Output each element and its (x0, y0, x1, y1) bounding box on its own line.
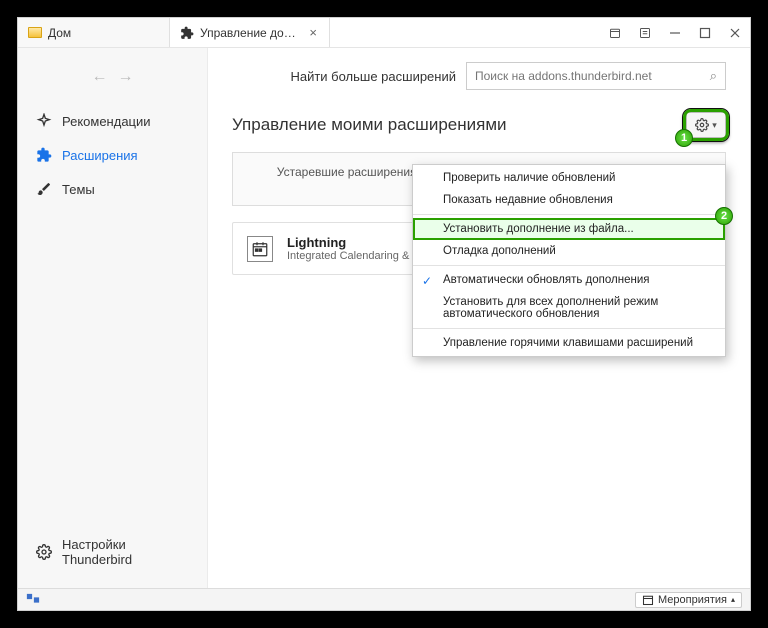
gear-dropdown-menu: 2 Проверить наличие обновлений Показать … (412, 164, 726, 357)
menu-manage-shortcuts[interactable]: Управление горячими клавишами расширений (413, 332, 725, 354)
menu-debug-addons[interactable]: Отладка дополнений (413, 240, 725, 262)
tab-addons[interactable]: Управление дополнениями × (170, 18, 330, 47)
calendar-small-icon (642, 594, 654, 606)
statusbar-events-button[interactable]: Мероприятия ▴ (635, 592, 742, 608)
app-window: Дом Управление дополнениями × ← → (18, 18, 750, 610)
tasks-button[interactable] (630, 18, 660, 48)
folder-icon (28, 27, 42, 38)
menu-set-all-auto[interactable]: Установить для всех дополнений режим авт… (413, 291, 725, 325)
puzzle-icon (36, 147, 52, 163)
sidebar-item-settings[interactable]: Настройки Thunderbird (18, 528, 207, 576)
sidebar-themes-label: Темы (62, 182, 95, 197)
brush-icon (36, 181, 52, 197)
statusbar: Мероприятия ▴ (18, 588, 750, 610)
page-heading: Управление моими расширениями (232, 115, 686, 135)
close-window-button[interactable] (720, 18, 750, 48)
menu-separator (413, 214, 725, 215)
chevron-up-icon: ▴ (731, 595, 735, 604)
back-arrow-icon[interactable]: ← (92, 68, 108, 86)
menu-separator (413, 265, 725, 266)
search-input[interactable] (475, 69, 710, 83)
titlebar: Дом Управление дополнениями × (18, 18, 750, 48)
menu-check-updates[interactable]: Проверить наличие обновлений (413, 167, 725, 189)
nav-arrows: ← → (18, 58, 207, 104)
search-box[interactable]: ⌕ (466, 62, 726, 90)
sidebar-item-extensions[interactable]: Расширения (18, 138, 207, 172)
menu-separator (413, 328, 725, 329)
search-label: Найти больше расширений (290, 69, 456, 84)
menu-recent-updates[interactable]: Показать недавние обновления (413, 189, 725, 211)
main-content: Найти больше расширений ⌕ Управление мои… (208, 48, 750, 588)
app-icon (26, 593, 40, 607)
minimize-button[interactable] (660, 18, 690, 48)
sidebar-item-themes[interactable]: Темы (18, 172, 207, 206)
maximize-button[interactable] (690, 18, 720, 48)
forward-arrow-icon[interactable]: → (118, 68, 134, 86)
tab-close-button[interactable]: × (307, 25, 319, 40)
tab-home-label: Дом (48, 26, 71, 40)
gear-icon (36, 544, 52, 560)
sidebar: ← → Рекомендации Расширения Темы Настрой… (18, 48, 208, 588)
gear-icon (695, 118, 709, 132)
annotation-badge-2: 2 (715, 207, 733, 225)
puzzle-icon (180, 26, 194, 40)
sidebar-recommendations-label: Рекомендации (62, 114, 151, 129)
statusbar-events-label: Мероприятия (658, 594, 727, 606)
tab-home[interactable]: Дом (18, 18, 170, 47)
sparkle-icon (36, 113, 52, 129)
sidebar-item-recommendations[interactable]: Рекомендации (18, 104, 207, 138)
window-controls (600, 18, 750, 47)
chevron-down-icon: ▾ (712, 120, 717, 131)
menu-auto-update[interactable]: Автоматически обновлять дополнения (413, 269, 725, 291)
sidebar-extensions-label: Расширения (62, 148, 138, 163)
search-icon[interactable]: ⌕ (710, 68, 717, 84)
tools-gear-button[interactable]: ▾ 1 (686, 112, 726, 138)
sidebar-settings-label: Настройки Thunderbird (62, 537, 189, 567)
calendar-icon (247, 236, 273, 262)
calendar-button[interactable] (600, 18, 630, 48)
tab-addons-label: Управление дополнениями (200, 26, 301, 40)
menu-install-from-file[interactable]: Установить дополнение из файла... (413, 218, 725, 240)
